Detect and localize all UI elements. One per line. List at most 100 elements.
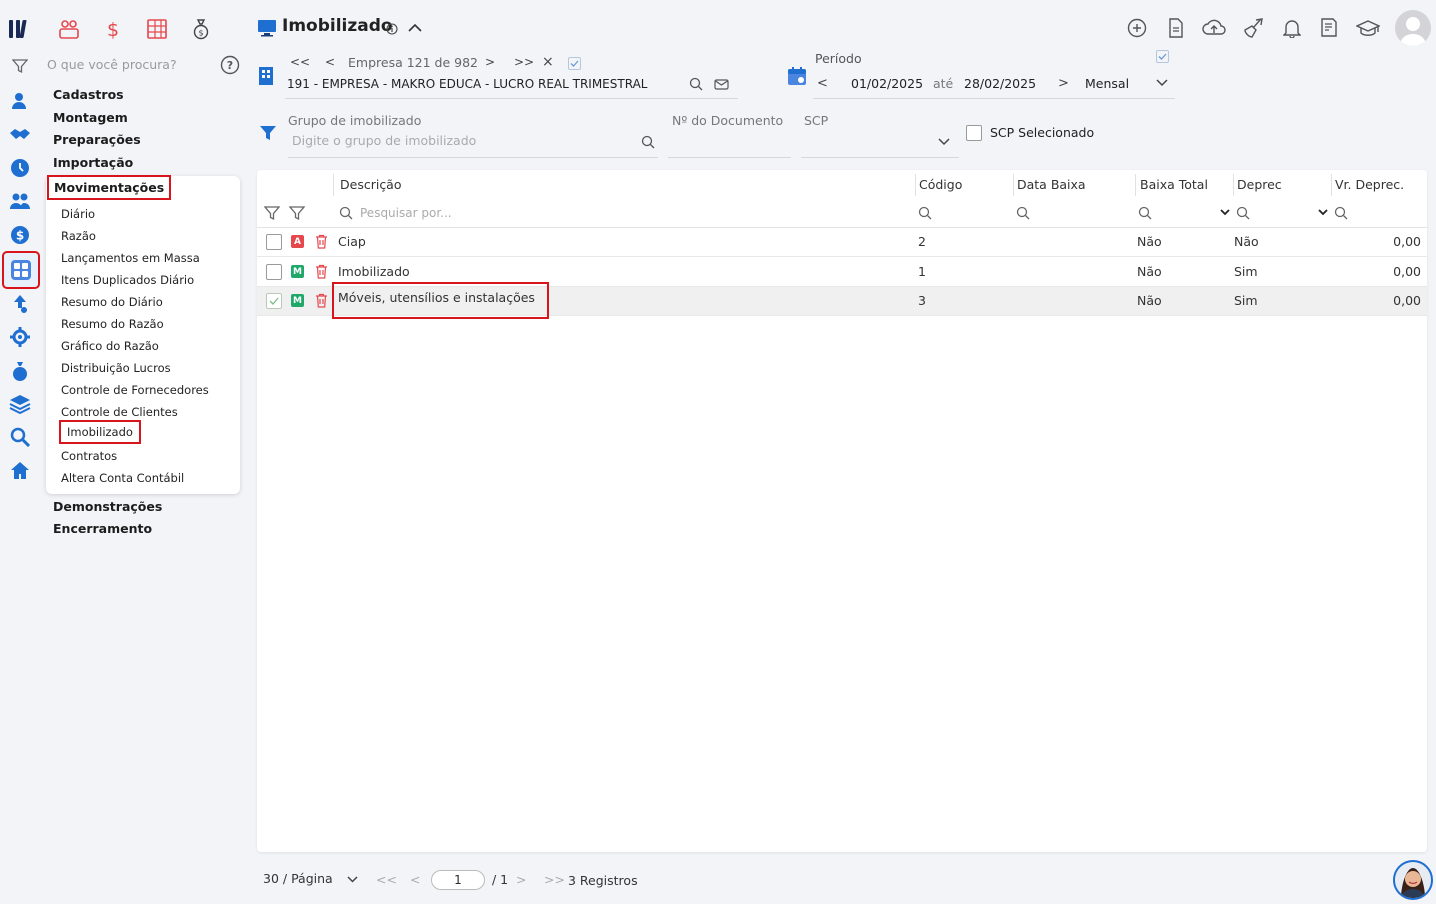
- filter-funnel-icon[interactable]: [264, 205, 280, 221]
- graduation-cap-icon[interactable]: [1356, 16, 1380, 40]
- group-search-icon[interactable]: [641, 135, 655, 149]
- date-from-field[interactable]: 01/02/2025: [851, 76, 923, 91]
- baixa-total-chevron-down-icon[interactable]: [1219, 208, 1231, 217]
- filter-funnel-icon-2[interactable]: [289, 205, 305, 221]
- magnifier-icon[interactable]: [8, 425, 32, 449]
- col-header-codigo[interactable]: Código: [919, 177, 962, 192]
- help-icon[interactable]: ?: [220, 55, 240, 75]
- col-header-baixa-total[interactable]: Baixa Total: [1140, 177, 1208, 192]
- document-icon[interactable]: [1164, 16, 1188, 40]
- sidebar-cat-movimentacoes[interactable]: Movimentações: [46, 175, 172, 200]
- search-codigo-icon[interactable]: [918, 206, 932, 220]
- search-descricao-input[interactable]: Pesquisar por...: [360, 206, 452, 220]
- report-icon[interactable]: [1317, 16, 1341, 40]
- sidebar-cat-demonstracoes[interactable]: Demonstrações: [53, 499, 162, 514]
- mail-icon[interactable]: [714, 78, 729, 91]
- assistant-avatar[interactable]: [1393, 860, 1433, 900]
- scp-chevron-down-icon[interactable]: [937, 137, 951, 147]
- company-last-button[interactable]: >>: [514, 55, 534, 69]
- sidebar-item-itens-duplicados[interactable]: Itens Duplicados Diário: [61, 273, 194, 287]
- col-header-descricao[interactable]: Descrição: [340, 177, 402, 192]
- trash-icon[interactable]: [315, 234, 328, 249]
- avatar[interactable]: [1395, 10, 1431, 46]
- sidebar-item-razao[interactable]: Razão: [61, 229, 96, 243]
- col-header-deprec[interactable]: Deprec: [1237, 177, 1282, 192]
- trash-icon[interactable]: [315, 293, 328, 308]
- first-page-button[interactable]: <<: [376, 872, 397, 887]
- close-icon[interactable]: ×: [542, 54, 554, 70]
- row-checkbox-checked[interactable]: [266, 293, 282, 309]
- company-name[interactable]: 191 - EMPRESA - MAKRO EDUCA - LUCRO REAL…: [287, 77, 647, 91]
- sidebar-item-grafico-razao[interactable]: Gráfico do Razão: [61, 339, 159, 353]
- company-first-button[interactable]: <<: [290, 55, 310, 69]
- group-input[interactable]: Digite o grupo de imobilizado: [292, 133, 476, 148]
- col-header-vr-deprec[interactable]: Vr. Deprec.: [1335, 177, 1404, 192]
- company-next-button[interactable]: >: [485, 55, 495, 69]
- row-checkbox[interactable]: [266, 264, 282, 280]
- sidebar-item-controle-fornecedores[interactable]: Controle de Fornecedores: [61, 383, 209, 397]
- accounting-calculator-icon[interactable]: [2, 251, 40, 289]
- broom-icon[interactable]: [1241, 16, 1265, 40]
- period-next-button[interactable]: >: [1058, 76, 1069, 91]
- search-baixa-total-icon[interactable]: [1138, 206, 1152, 220]
- sidebar-item-imobilizado[interactable]: Imobilizado: [59, 420, 141, 444]
- clock-icon[interactable]: [8, 156, 32, 180]
- col-header-data-baixa[interactable]: Data Baixa: [1017, 177, 1086, 192]
- info-icon[interactable]: [386, 23, 398, 35]
- plus-circle-icon[interactable]: [1125, 16, 1149, 40]
- sidebar-item-resumo-diario[interactable]: Resumo do Diário: [61, 295, 163, 309]
- upload-arrow-icon[interactable]: [8, 292, 32, 316]
- cell-descricao[interactable]: Móveis, utensílios e instalações: [332, 282, 549, 319]
- sidebar-cat-encerramento[interactable]: Encerramento: [53, 521, 152, 536]
- sidebar-item-contratos[interactable]: Contratos: [61, 449, 117, 463]
- per-page-chevron-down-icon[interactable]: [346, 875, 359, 884]
- finance-people-icon[interactable]: [58, 18, 80, 42]
- period-type-select[interactable]: Mensal: [1085, 76, 1129, 91]
- date-to-field[interactable]: 28/02/2025: [964, 76, 1036, 91]
- scp-select[interactable]: [801, 157, 959, 158]
- last-page-button[interactable]: >>: [544, 872, 565, 887]
- app-logo-icon[interactable]: [8, 17, 32, 41]
- dollar-sign-icon[interactable]: $: [102, 18, 124, 42]
- money-bag-outline-icon[interactable]: $: [190, 18, 212, 42]
- table-row-selected[interactable]: M Móveis, utensílios e instalações 3 Não…: [257, 282, 1427, 319]
- sidebar-item-distribuicao-lucros[interactable]: Distribuição Lucros: [61, 361, 171, 375]
- user-icon[interactable]: [8, 89, 32, 113]
- sidebar-item-resumo-razao[interactable]: Resumo do Razão: [61, 317, 164, 331]
- deprec-chevron-down-icon[interactable]: [1317, 208, 1329, 217]
- table-row[interactable]: A Ciap 2 Não Não 0,00: [257, 228, 1427, 257]
- doc-input[interactable]: [668, 157, 791, 158]
- search-data-baixa-icon[interactable]: [1016, 206, 1030, 220]
- money-bag-icon[interactable]: [8, 359, 32, 383]
- chevron-up-icon[interactable]: [407, 21, 423, 35]
- period-prev-button[interactable]: <: [817, 76, 828, 91]
- company-search-icon[interactable]: [689, 77, 703, 91]
- handshake-icon[interactable]: [8, 122, 32, 146]
- period-check-icon[interactable]: [1156, 50, 1169, 63]
- row-checkbox[interactable]: [266, 234, 282, 250]
- company-check-icon[interactable]: [568, 57, 581, 70]
- company-prev-button[interactable]: <: [325, 55, 335, 69]
- layers-icon[interactable]: [8, 392, 32, 416]
- prev-page-button[interactable]: <: [410, 872, 420, 887]
- sidebar-item-lancamentos-massa[interactable]: Lançamentos em Massa: [61, 251, 200, 265]
- sidebar-item-altera-conta[interactable]: Altera Conta Contábil: [61, 471, 184, 485]
- page-input[interactable]: 1: [431, 870, 485, 890]
- dollar-icon[interactable]: $: [8, 223, 32, 247]
- spreadsheet-icon[interactable]: [146, 18, 168, 42]
- gear-icon[interactable]: [8, 325, 32, 349]
- table-row[interactable]: M Imobilizado 1 Não Sim 0,00: [257, 258, 1427, 287]
- users-icon[interactable]: [8, 189, 32, 213]
- per-page-select[interactable]: 30 / Página: [263, 871, 333, 886]
- sidebar-cat-preparacoes[interactable]: Preparações: [53, 132, 141, 147]
- chevron-down-icon[interactable]: [1155, 78, 1169, 88]
- sidebar-search-input[interactable]: O que você procura?: [47, 57, 177, 72]
- trash-icon[interactable]: [315, 264, 328, 279]
- funnel-filter-icon[interactable]: [259, 124, 277, 142]
- search-deprec-icon[interactable]: [1236, 206, 1250, 220]
- next-page-button[interactable]: >: [516, 872, 526, 887]
- filter-icon[interactable]: [8, 54, 32, 78]
- cloud-upload-icon[interactable]: [1202, 16, 1226, 40]
- bell-icon[interactable]: [1280, 16, 1304, 40]
- sidebar-item-controle-clientes[interactable]: Controle de Clientes: [61, 405, 178, 419]
